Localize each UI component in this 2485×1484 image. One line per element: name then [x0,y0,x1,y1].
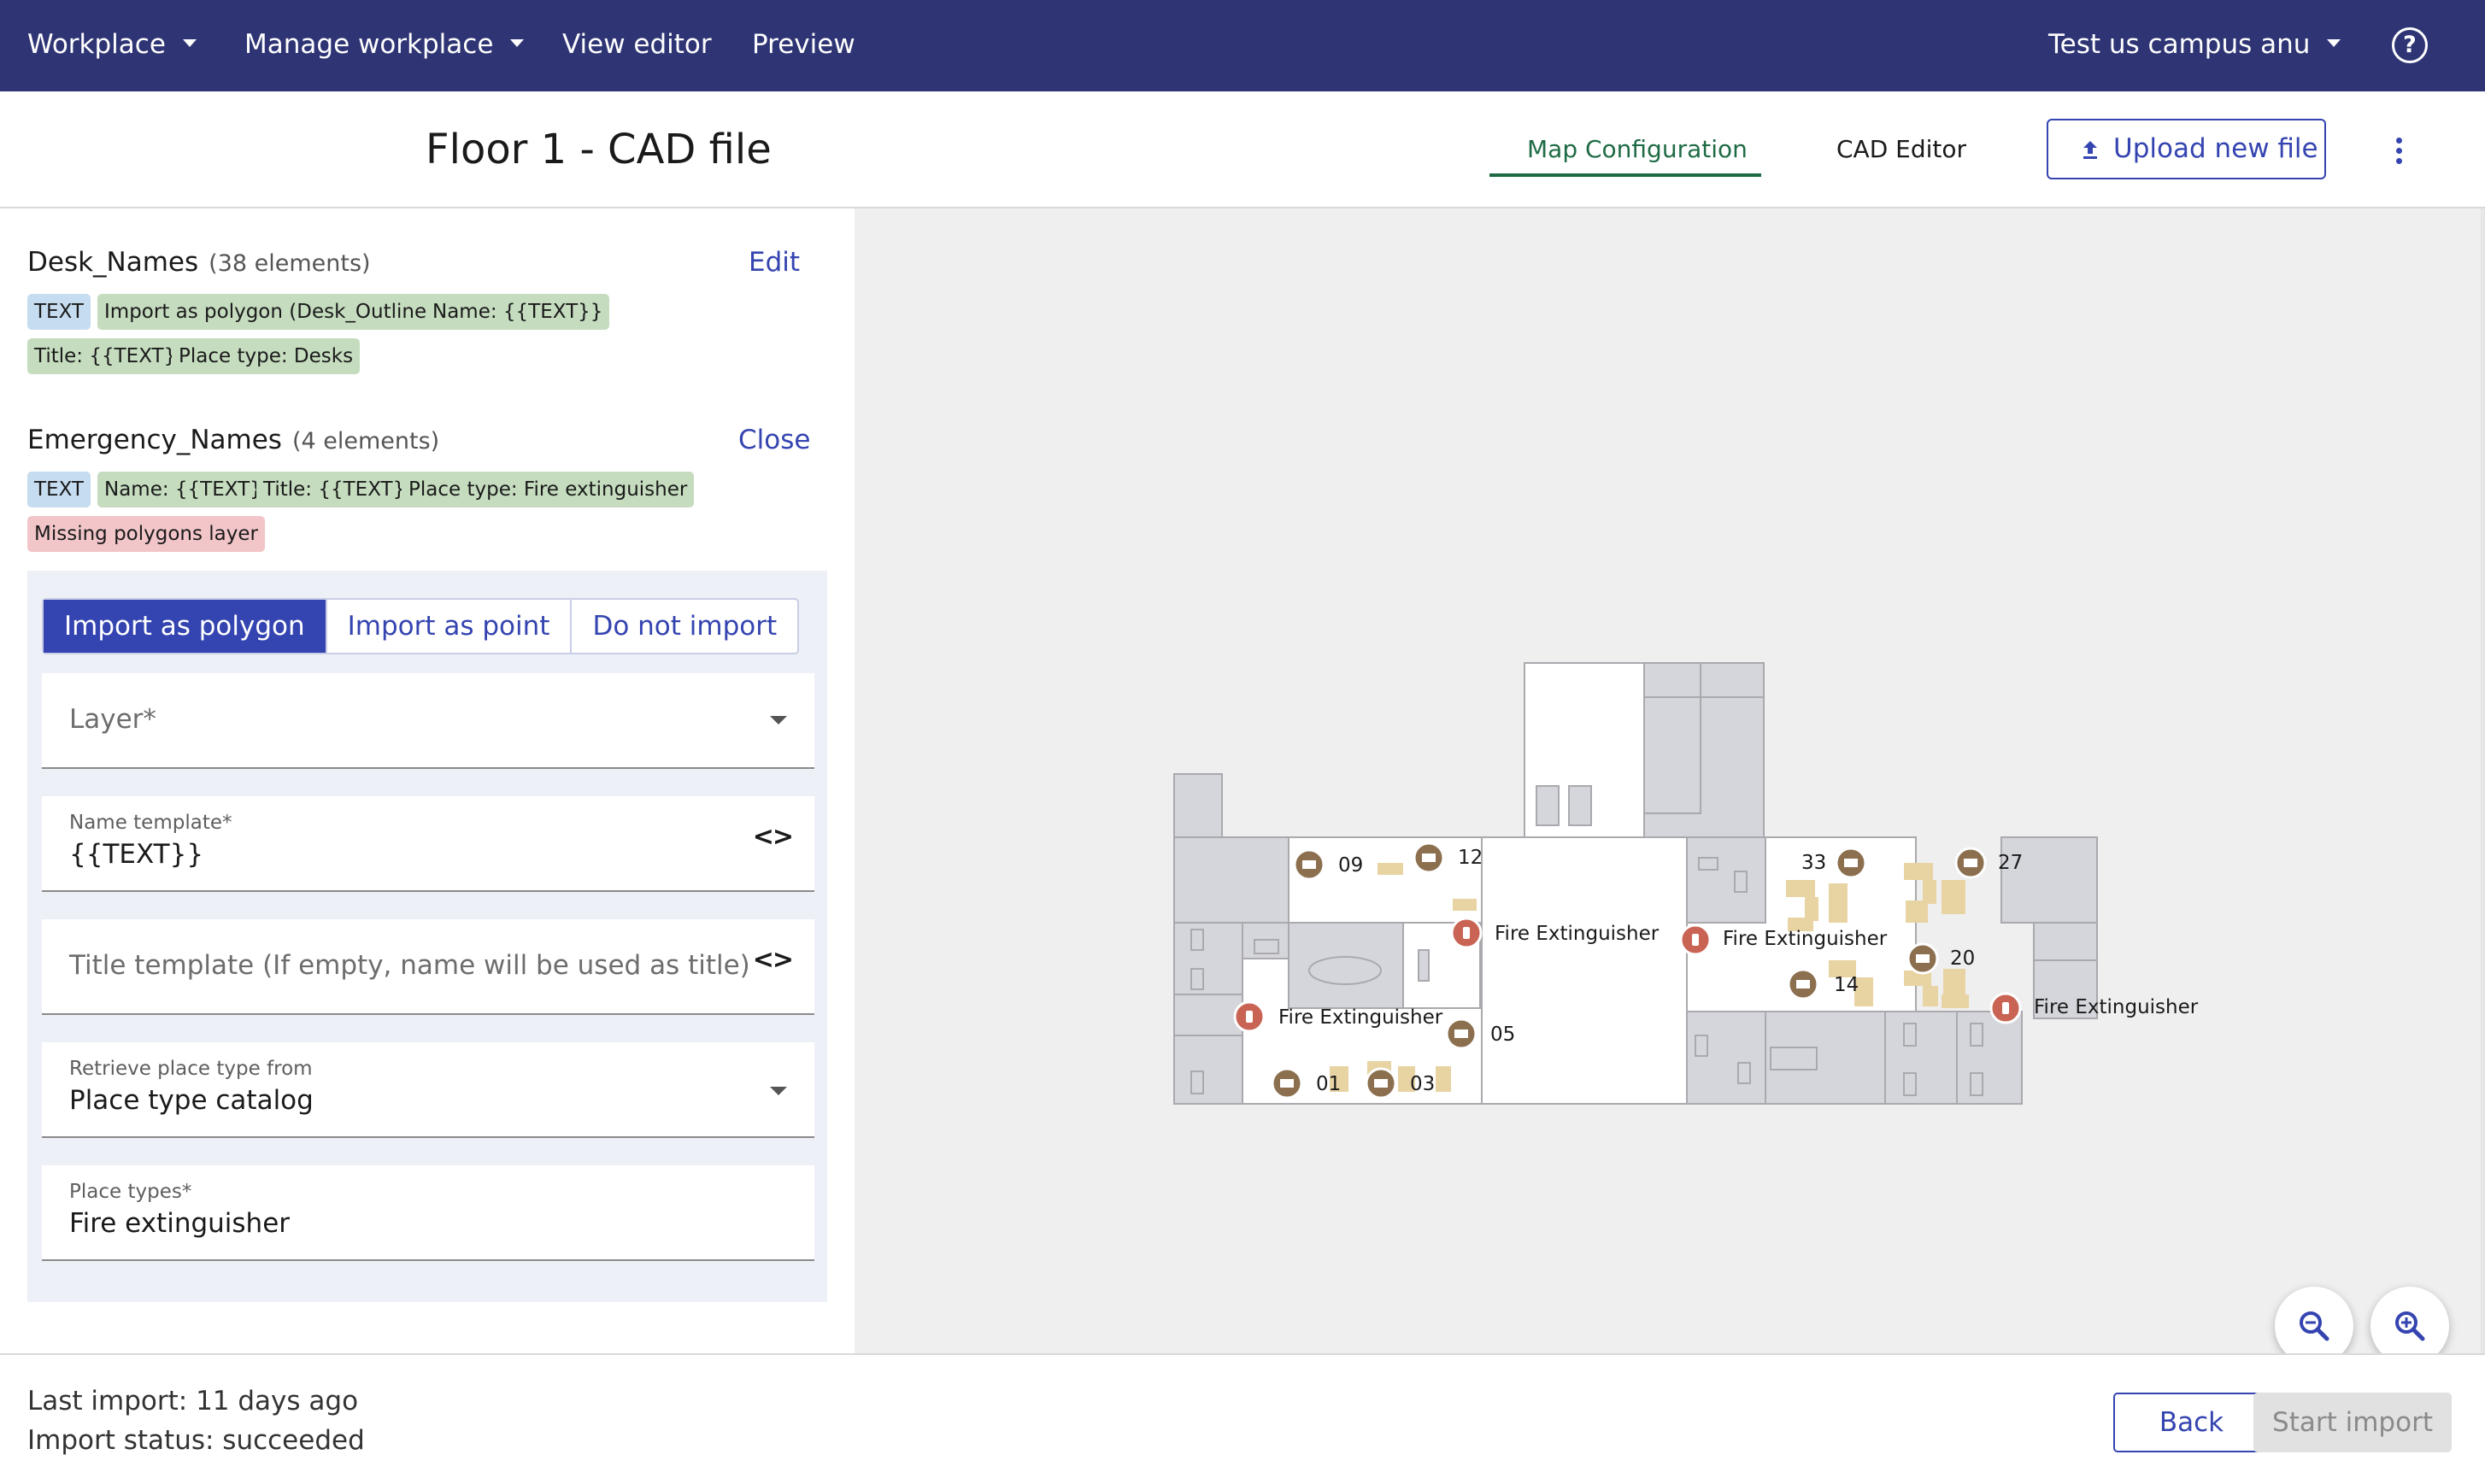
map-label-desk: 05 [1490,1024,1515,1046]
tab-cad-editor[interactable]: CAD Editor [1836,132,1966,167]
page-header: Floor 1 - CAD file Map Configuration CAD… [0,91,2485,208]
retrieve-place-type-value: Place type catalog [69,1085,314,1116]
last-import-text: Last import: 11 days ago [27,1386,359,1417]
chip-type: TEXT [27,472,91,507]
upload-button-label: Upload new file [2113,133,2318,164]
campus-label: Test us campus anu [2048,29,2311,60]
retrieve-place-type-label: Retrieve place type from [69,1058,313,1080]
zoom-out-icon [2300,1311,2329,1341]
map-label-fire-extinguisher: Fire Extinguisher [1278,1006,1443,1029]
upload-icon [2083,141,2097,159]
chip-title: Title: {{TEXT}} [256,472,425,507]
import-status-text: Import status: succeeded [27,1425,365,1456]
chevron-down-icon [182,39,197,47]
map-label-desk: 09 [1338,854,1363,877]
manage-workplace-label: Manage workplace [244,29,494,60]
map-label-fire-extinguisher: Fire Extinguisher [1723,928,1888,950]
map-label-desk: 33 [1801,852,1826,874]
place-types-value: Fire extinguisher [69,1208,291,1239]
import-mode-toggle: Import as polygon Import as point Do not… [42,598,800,654]
floor-plan[interactable]: 09 12 33 27 20 14 05 01 03 Fire Extingui… [855,208,2481,1353]
layer-config-panel: Desk_Names (38 elements) Edit TEXT Import… [0,208,855,1353]
map-label-desk: 03 [1410,1073,1435,1095]
chevron-down-icon [770,1087,787,1095]
map-label-desk: 12 [1458,847,1483,869]
close-layer-button[interactable]: Close [738,422,810,458]
active-tab-indicator [1489,173,1761,177]
retrieve-place-type-select[interactable]: Retrieve place type from Place type cata… [42,1042,814,1138]
chevron-down-icon [770,716,787,724]
tab-map-configuration[interactable]: Map Configuration [1527,132,1748,167]
code-icon[interactable]: <> [753,945,794,975]
chip-name: Name: {{TEXT}} [426,294,610,330]
place-types-label: Place types* [69,1181,192,1203]
chip-type: TEXT [27,294,91,330]
chip-title: Title: {{TEXT}} [27,338,196,374]
chip-import-mode: Import as polygon (Desk_Outlines) [97,294,452,330]
import-as-polygon-option[interactable]: Import as polygon [44,600,327,653]
top-navigation-bar: Workplace Manage workplace View editor P… [0,0,2485,91]
footer-bar: Last import: 11 days ago Import status: … [0,1353,2485,1484]
name-template-field[interactable]: Name template* {{TEXT}} <> [42,796,814,892]
floor-map-canvas[interactable]: 09 12 33 27 20 14 05 01 03 Fire Extingui… [855,208,2481,1365]
chip-place-type: Place type: Desks [172,338,361,374]
map-label-fire-extinguisher: Fire Extinguisher [1495,923,1660,945]
start-import-button[interactable]: Start import [2253,1393,2452,1452]
do-not-import-option[interactable]: Do not import [572,600,797,653]
zoom-in-icon [2395,1311,2425,1341]
layer-title-emergency-names: Emergency_Names (4 elements) [27,422,439,460]
chevron-down-icon [2327,39,2341,47]
layer-select[interactable]: Layer* [42,673,814,769]
place-types-field[interactable]: Place types* Fire extinguisher [42,1165,814,1261]
code-icon[interactable]: <> [753,822,794,852]
map-label-desk: 20 [1950,947,1975,970]
help-circle-icon[interactable]: ? [2392,27,2428,63]
import-as-point-option[interactable]: Import as point [327,600,573,653]
manage-workplace-menu[interactable]: Manage workplace [244,26,525,63]
page-title: Floor 1 - CAD file [426,126,772,173]
chip-name: Name: {{TEXT}} [97,472,282,507]
title-template-field[interactable]: Title template (If empty, name will be u… [42,919,814,1015]
import-settings-form: Import as polygon Import as point Do not… [27,571,827,1302]
chevron-down-icon [510,39,525,47]
name-template-label: Name template* [69,812,232,834]
upload-new-file-button[interactable]: Upload new file [2047,119,2326,179]
view-editor-link[interactable]: View editor [562,26,712,63]
layer-title-desk-names: Desk_Names (38 elements) [27,244,371,282]
campus-selector[interactable]: Test us campus anu [2048,26,2341,63]
chip-warning: Missing polygons layer [27,516,265,552]
preview-link[interactable]: Preview [752,26,855,63]
layer-count: (4 elements) [291,428,440,455]
map-label-desk: 27 [1998,852,2023,874]
map-label-fire-extinguisher: Fire Extinguisher [2034,996,2199,1018]
workplace-menu[interactable]: Workplace [27,26,197,63]
name-template-value: {{TEXT}} [69,839,204,870]
scrollbar-track[interactable] [2481,208,2485,1353]
layer-name: Emergency_Names [27,425,282,455]
workplace-label: Workplace [27,29,166,60]
map-label-desk: 01 [1316,1073,1341,1095]
layer-name: Desk_Names [27,247,199,278]
back-button[interactable]: Back [2113,1393,2270,1452]
more-vertical-icon[interactable] [2386,134,2412,168]
layer-count: (38 elements) [209,250,371,277]
map-label-desk: 14 [1834,974,1859,996]
title-template-placeholder: Title template (If empty, name will be u… [69,950,750,981]
chip-place-type: Place type: Fire extinguisher [402,472,695,507]
edit-layer-button[interactable]: Edit [749,244,800,280]
layer-placeholder: Layer* [69,704,156,735]
